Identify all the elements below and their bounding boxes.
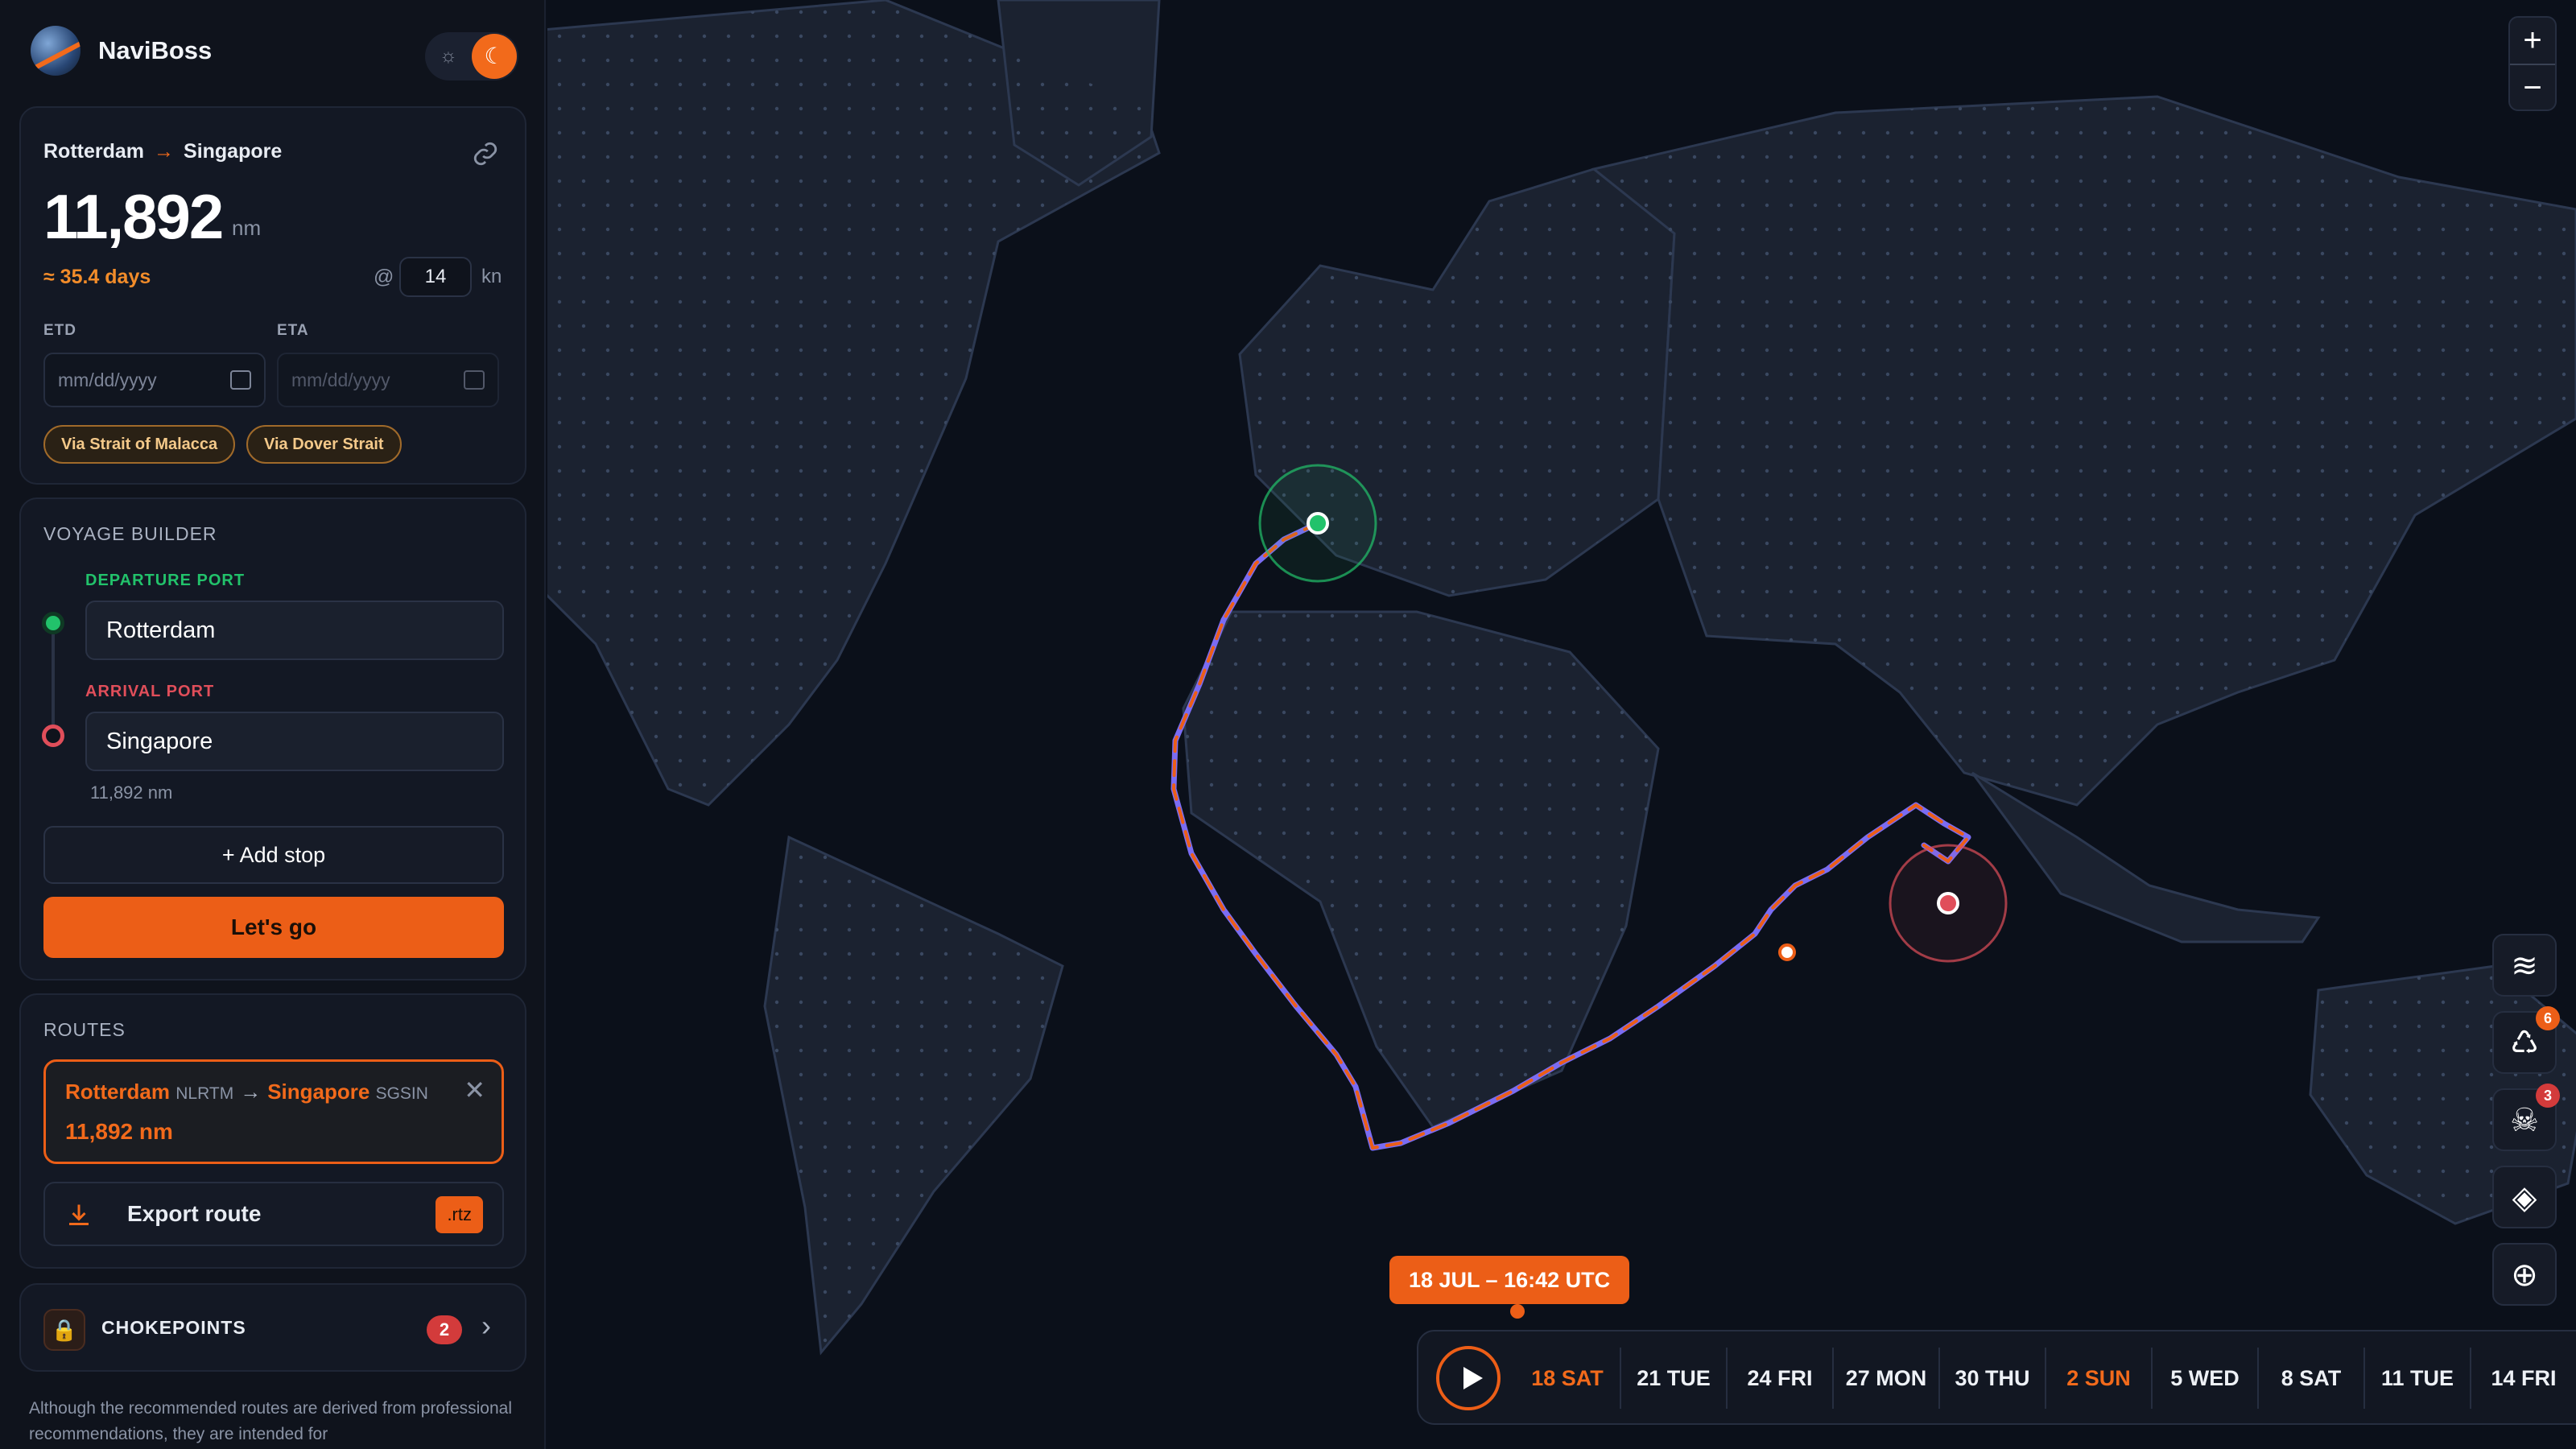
leg-distance: 11,892 nm (90, 782, 173, 803)
pirate-badge: 3 (2536, 1084, 2560, 1108)
eta-placeholder: mm/dd/yyyy (291, 369, 390, 390)
timeline-tooltip-pin (1510, 1304, 1525, 1319)
timeline-days: 18 SAT 21 TUE 24 FRI 27 MON 30 THU 2 SUN 5 WED… (1515, 1348, 2576, 1409)
timeline-day[interactable]: 14 FRI (2471, 1348, 2576, 1409)
timeline-day[interactable]: 30 THU (1940, 1348, 2046, 1409)
route-to-code: SGSIN (375, 1084, 428, 1103)
chip-dover[interactable]: Via Dover Strait (246, 425, 402, 464)
arrow: → (154, 140, 175, 163)
disclaimer-text: Although the recommended routes are deri… (29, 1399, 512, 1443)
chokepoints-count-badge: 2 (427, 1315, 462, 1344)
play-icon[interactable] (1436, 1346, 1501, 1410)
route-heading: Rotterdam → Singapore (43, 140, 282, 163)
world-map[interactable] (547, 0, 2576, 1449)
voyage-builder-card: VOYAGE BUILDER DEPARTURE PORT Rotterdam … (19, 497, 526, 980)
arrival-port-input[interactable]: Singapore (85, 712, 504, 771)
vessel-position-icon[interactable] (1778, 943, 1796, 961)
layers-icon[interactable]: ◈ (2492, 1166, 2557, 1228)
route-to: Singapore (267, 1080, 370, 1104)
routes-title: ROUTES (43, 1019, 126, 1040)
timeline-day[interactable]: 27 MON (1834, 1348, 1940, 1409)
destination-marker-icon[interactable] (1937, 892, 1959, 914)
zoom-controls: + − (2508, 16, 2557, 111)
departure-port-input[interactable]: Rotterdam (85, 601, 504, 660)
etd-label: ETD (43, 322, 76, 339)
app-name: NaviBoss (98, 36, 213, 64)
timeline-day[interactable]: 24 FRI (1728, 1348, 1834, 1409)
timeline-tooltip: 18 JUL – 16:42 UTC (1389, 1256, 1630, 1304)
departure-dot-icon (42, 612, 64, 634)
routes-card: ROUTES Rotterdam NLRTM → Singapore SGSIN 1… (19, 993, 526, 1269)
arrival-label: ARRIVAL PORT (85, 683, 215, 700)
voyage-builder-title: VOYAGE BUILDER (43, 523, 217, 544)
chevron-right-icon[interactable]: › (481, 1309, 491, 1343)
route-from: Rotterdam (65, 1080, 171, 1104)
duration: ≈ 35.4 days (43, 266, 151, 288)
calendar-icon[interactable] (230, 370, 251, 390)
route-item-title: Rotterdam NLRTM → Singapore SGSIN (65, 1080, 482, 1104)
speed-input[interactable] (399, 257, 472, 297)
timeline-day[interactable]: 5 WED (2153, 1348, 2259, 1409)
landmass-indonesia (1971, 771, 2321, 943)
speed-unit: kn (481, 266, 502, 287)
zoom-in-button[interactable]: + (2510, 18, 2555, 64)
add-stop-button[interactable]: + Add stop (43, 826, 504, 884)
arrival-dot-icon (42, 724, 64, 747)
landmass-dot-grid (547, 0, 2576, 1352)
timeline-bar: 18 SAT 21 TUE 24 FRI 27 MON 30 THU 2 SUN 5 WED… (1417, 1330, 2576, 1425)
waves-icon[interactable]: ≋ (2492, 934, 2557, 997)
export-route-button[interactable]: Export route .rtz (43, 1182, 504, 1246)
moon-icon[interactable]: ☾ (472, 34, 517, 79)
download-icon (69, 1204, 89, 1225)
eta-date-field[interactable]: mm/dd/yyyy (277, 353, 499, 407)
sun-icon[interactable]: ☼ (435, 43, 462, 70)
timeline-day[interactable]: 18 SAT (1515, 1348, 1621, 1409)
export-format-badge[interactable]: .rtz (436, 1196, 483, 1233)
globe-icon[interactable]: ⊕ (2492, 1243, 2557, 1306)
eta-label: ETA (277, 322, 309, 339)
sidebar: NaviBoss ☼ ☾ Rotterdam → Singapore 11,892 … (0, 0, 546, 1449)
pirate-glyph: ☠ (2510, 1103, 2539, 1138)
map-canvas[interactable]: + − ≋ ♺ 6 ☠ 3 ◈ ⊕ 18 JUL – 16:42 UTC 18 … (547, 0, 2576, 1449)
route-connector (52, 634, 55, 724)
route-item[interactable]: Rotterdam NLRTM → Singapore SGSIN 11,892 n… (43, 1059, 504, 1164)
origin-name: Rotterdam (43, 140, 145, 163)
departure-label: DEPARTURE PORT (85, 572, 246, 589)
route-arrow: → (240, 1080, 262, 1104)
chip-malacca[interactable]: Via Strait of Malacca (43, 425, 236, 464)
etd-date-field[interactable]: mm/dd/yyyy (43, 353, 266, 407)
zoom-out-button[interactable]: − (2510, 65, 2555, 111)
link-icon[interactable] (472, 140, 499, 167)
chokepoints-label: CHOKEPOINTS (101, 1317, 246, 1338)
globe-glyph: ⊕ (2511, 1257, 2538, 1293)
calendar-icon[interactable] (464, 370, 485, 390)
lock-icon: 🔒 (43, 1309, 85, 1351)
pirate-icon[interactable]: ☠ 3 (2492, 1084, 2560, 1151)
brand[interactable]: NaviBoss (31, 26, 212, 76)
route-from-code: NLRTM (175, 1084, 234, 1103)
timeline-day[interactable]: 8 SAT (2259, 1348, 2365, 1409)
origin-marker-icon[interactable] (1307, 512, 1329, 535)
timeline-day[interactable]: 11 TUE (2365, 1348, 2471, 1409)
chokepoints-card[interactable]: 🔒 CHOKEPOINTS 2 › (19, 1283, 526, 1372)
lets-go-button[interactable]: Let's go (43, 897, 504, 958)
timeline-day[interactable]: 21 TUE (1621, 1348, 1728, 1409)
etd-placeholder: mm/dd/yyyy (58, 369, 157, 390)
recycle-icon[interactable]: ♺ 6 (2492, 1006, 2560, 1074)
globe-logo-icon (31, 26, 80, 76)
close-icon[interactable]: ✕ (464, 1075, 485, 1105)
route-item-distance: 11,892 nm (65, 1119, 173, 1144)
total-distance: 11,892 (43, 181, 224, 252)
destination-name: Singapore (184, 140, 283, 163)
timeline-day[interactable]: 2 SUN (2046, 1348, 2153, 1409)
waves-glyph: ≋ (2511, 948, 2538, 984)
recycle-badge: 6 (2536, 1006, 2560, 1030)
recycle-glyph: ♺ (2510, 1026, 2539, 1061)
at-sign: @ (374, 266, 394, 288)
layers-glyph: ◈ (2512, 1180, 2537, 1216)
route-summary-card: Rotterdam → Singapore 11,892 nm ≈ 35.4 day… (19, 106, 526, 485)
distance-unit: nm (232, 216, 262, 240)
theme-toggle[interactable]: ☼ ☾ (425, 32, 518, 80)
export-label: Export route (127, 1201, 262, 1226)
